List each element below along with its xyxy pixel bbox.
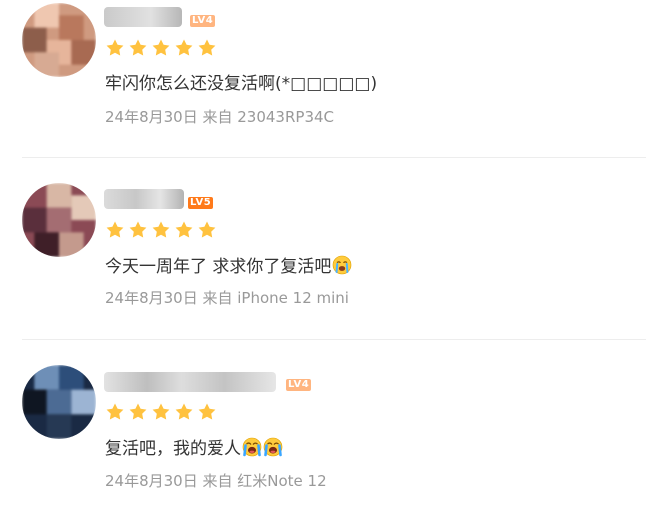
username-blurred[interactable] xyxy=(104,372,276,392)
username-blurred[interactable] xyxy=(104,189,184,209)
star-icon xyxy=(175,39,193,56)
star-icon xyxy=(152,403,170,420)
star-icon xyxy=(198,221,216,238)
loudly-crying-emoji-icon xyxy=(242,437,262,457)
star-icon xyxy=(129,39,147,56)
star-icon xyxy=(106,221,124,238)
pixelated-avatar-image xyxy=(22,183,96,257)
pixelated-avatar-image xyxy=(22,365,96,439)
star-icon xyxy=(175,221,193,238)
level-badge: LV5 xyxy=(188,197,214,209)
comment-text: 复活吧，我的爱人 xyxy=(105,437,283,460)
rating-stars xyxy=(105,38,217,58)
avatar[interactable] xyxy=(22,365,96,439)
star-icon xyxy=(175,403,193,420)
rating-stars xyxy=(105,220,217,240)
comment-text: 今天一周年了 求求你了复活吧 xyxy=(105,255,352,278)
star-icon xyxy=(198,39,216,56)
divider xyxy=(22,157,646,158)
pixelated-avatar-image xyxy=(22,3,96,77)
comment-text-body: 今天一周年了 求求你了复活吧 xyxy=(105,257,332,277)
star-icon xyxy=(129,221,147,238)
level-badge: LV4 xyxy=(190,15,216,27)
star-icon xyxy=(129,403,147,420)
crying-face-emoji-icon xyxy=(333,255,352,275)
comment-meta: 24年8月30日 来自 23043RP34C xyxy=(105,108,334,126)
level-badge: LV4 xyxy=(286,379,312,391)
rating-stars xyxy=(105,402,217,422)
comment-text: 牢闪你怎么还没复活啊(*□□□□□) xyxy=(105,74,378,94)
comment-list: LV4 牢闪你怎么还没复活啊(*□□□□□) 24年8月30日 来自 23043… xyxy=(0,0,646,515)
star-icon xyxy=(106,39,124,56)
star-icon xyxy=(152,39,170,56)
comment-meta: 24年8月30日 来自 iPhone 12 mini xyxy=(105,289,349,307)
star-icon xyxy=(198,403,216,420)
avatar[interactable] xyxy=(22,183,96,257)
star-icon xyxy=(106,403,124,420)
comment-meta: 24年8月30日 来自 红米Note 12 xyxy=(105,472,327,490)
divider xyxy=(22,339,646,340)
username-blurred[interactable] xyxy=(104,7,182,27)
star-icon xyxy=(152,221,170,238)
comment-text-body: 复活吧，我的爱人 xyxy=(105,439,241,459)
avatar[interactable] xyxy=(22,3,96,77)
loudly-crying-emoji-icon xyxy=(263,437,283,457)
